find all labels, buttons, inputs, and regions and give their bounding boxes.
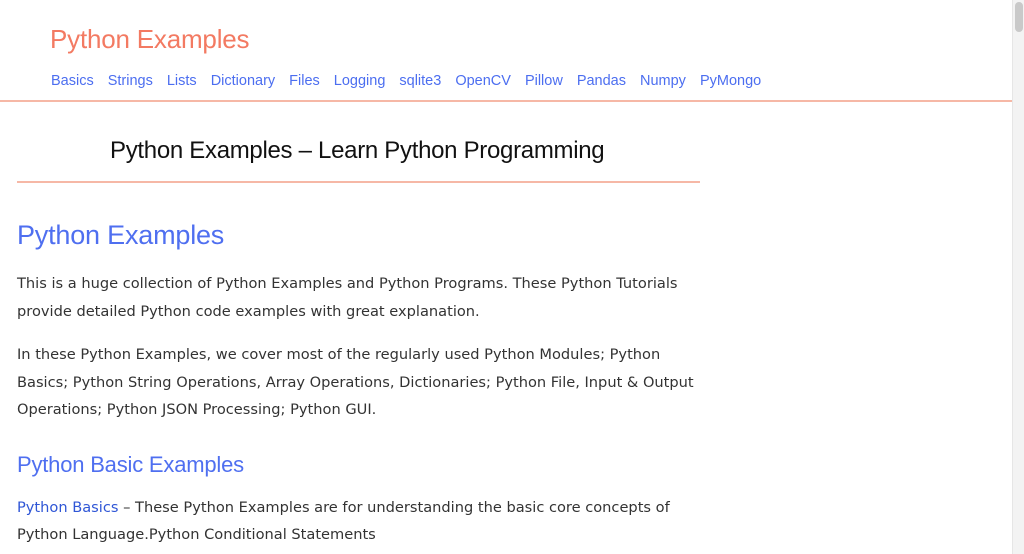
nav-lists[interactable]: Lists — [167, 73, 197, 89]
section-heading-python-examples: Python Examples — [17, 216, 697, 254]
coverage-paragraph: In these Python Examples, we cover most … — [17, 341, 697, 424]
browser-viewport: Python Examples Basics Strings Lists Dic… — [0, 0, 1024, 554]
nav-strings[interactable]: Strings — [108, 73, 153, 89]
page-title: Python Examples – Learn Python Programmi… — [110, 137, 604, 165]
main-nav: Basics Strings Lists Dictionary Files Lo… — [51, 73, 775, 89]
nav-files[interactable]: Files — [289, 73, 320, 89]
nav-pillow[interactable]: Pillow — [525, 73, 563, 89]
nav-pymongo[interactable]: PyMongo — [700, 73, 761, 89]
scrollbar-thumb[interactable] — [1015, 2, 1023, 32]
main-content: Python Examples This is a huge collectio… — [17, 216, 697, 554]
site-header: Python Examples Basics Strings Lists Dic… — [0, 0, 1012, 102]
nav-pandas[interactable]: Pandas — [577, 73, 626, 89]
nav-logging[interactable]: Logging — [334, 73, 386, 89]
nav-basics[interactable]: Basics — [51, 73, 94, 89]
nav-numpy[interactable]: Numpy — [640, 73, 686, 89]
intro-paragraph: This is a huge collection of Python Exam… — [17, 270, 697, 325]
nav-dictionary[interactable]: Dictionary — [211, 73, 275, 89]
nav-opencv[interactable]: OpenCV — [455, 73, 511, 89]
basics-paragraph: Python Basics – These Python Examples ar… — [17, 494, 697, 549]
title-divider — [17, 181, 700, 183]
nav-sqlite3[interactable]: sqlite3 — [399, 73, 441, 89]
site-title-link[interactable]: Python Examples — [50, 24, 249, 55]
vertical-scrollbar[interactable] — [1012, 0, 1024, 554]
section-heading-basic-examples: Python Basic Examples — [17, 450, 697, 480]
python-basics-link[interactable]: Python Basics — [17, 499, 118, 516]
